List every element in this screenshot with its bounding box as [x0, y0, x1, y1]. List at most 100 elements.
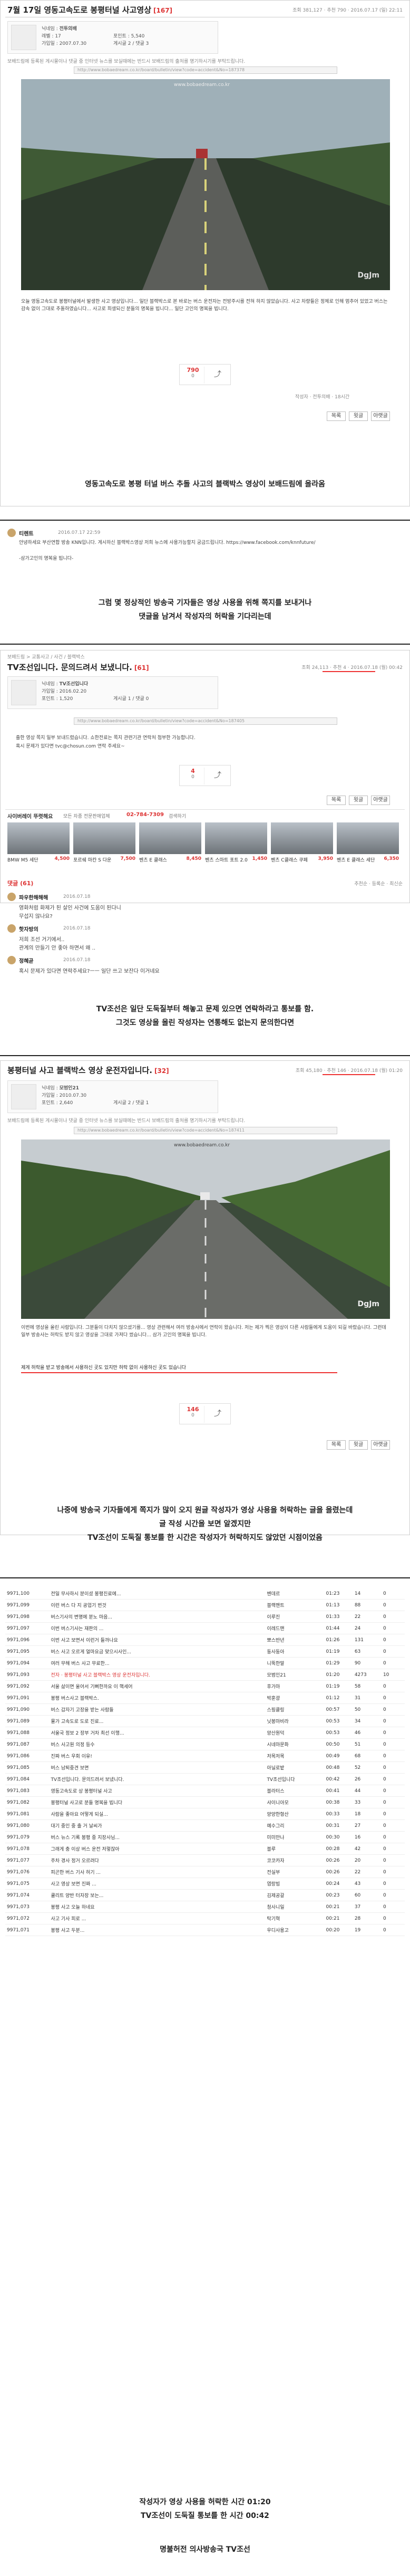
row-author[interactable]: 엽랑빔: [265, 1878, 325, 1890]
row-author[interactable]: 예수그리: [265, 1820, 325, 1832]
post1-list-button[interactable]: 목록: [327, 411, 346, 421]
row-title[interactable]: 서울국 정보 2 장부 거차 최선 이행...: [49, 1727, 266, 1739]
table-row[interactable]: 9971,095 버스 사고 오르게 얼마요금 맞으시사인... 동사동아 01:19…: [5, 1645, 405, 1658]
row-title[interactable]: 대기 중인 중 출 거 날씨가: [49, 1820, 266, 1832]
table-row[interactable]: 9971,076 피곤한 버스 기사 허기 ... 전실부 00:26 22 0: [5, 1866, 405, 1878]
table-row[interactable]: 9971,079 버스 뉴스 기록 봉평 중 지장사님... 미미만나 00:30 16…: [5, 1831, 405, 1843]
post1-author-name[interactable]: 전투의배: [60, 26, 77, 32]
post1-url[interactable]: http://www.bobaedream.co.kr/board/bullet…: [74, 66, 337, 74]
row-author[interactable]: 벤데르: [265, 1588, 325, 1600]
table-row[interactable]: 9971,084 TV조선입니다. 문의드려서 보냈니다. TV조선입니다 00:42…: [5, 1773, 405, 1785]
row-author[interactable]: 니뚝한말: [265, 1657, 325, 1669]
row-author[interactable]: 저목저목: [265, 1750, 325, 1762]
row-author[interactable]: 청사니일: [265, 1901, 325, 1913]
post1-video[interactable]: www.bobaedream.co.kr DgJm: [21, 79, 390, 290]
comment-author[interactable]: 정혜곧: [19, 956, 34, 964]
row-title[interactable]: 진짜 버스 우회 이유!: [49, 1750, 266, 1762]
row-title[interactable]: 봉평터널 사고로 분들 명복을 빕니다: [49, 1796, 266, 1808]
row-author[interactable]: 우디사용고: [265, 1924, 325, 1936]
row-title[interactable]: 물가 고속도로 도로 진료...: [49, 1715, 266, 1727]
comment-author[interactable]: 파우한해해해: [19, 893, 48, 901]
table-row[interactable]: 9971,087 버스 사고원 의정 등수 시네마문화 00:50 51 0: [5, 1738, 405, 1750]
row-author[interactable]: 닛봉마비라: [265, 1715, 325, 1727]
post3-video[interactable]: www.bobaedream.co.kr DgJm: [21, 1139, 390, 1319]
row-title[interactable]: 전자 · 봉평터널 사고 블랙박스 영상 운전자입니다.: [49, 1669, 266, 1681]
row-title[interactable]: 버스기사의 변명에 분노 마음...: [49, 1611, 266, 1623]
row-title[interactable]: 사고 영상 보면 진짜 ...: [49, 1878, 266, 1890]
row-author[interactable]: TV조선입니다: [265, 1773, 325, 1785]
table-row[interactable]: 9971,074 쿨리트 양반 터자장 보는... 김제공갈 00:23 60 0: [5, 1889, 405, 1901]
row-title[interactable]: 버스 갑자기 고장을 받는 사람들: [49, 1703, 266, 1716]
row-title[interactable]: 피곤한 버스 기사 허기 ...: [49, 1866, 266, 1878]
car-card[interactable]: 벤츠 C클래스 쿠페 3,950: [271, 822, 333, 871]
table-row[interactable]: 9971,096 이번 사고 보면서 이런거 들까나요 뽀스반년 01:26 131 0: [5, 1634, 405, 1646]
row-author[interactable]: 전실부: [265, 1866, 325, 1878]
row-title[interactable]: 이번 버스기사는 재판의 ...: [49, 1622, 266, 1634]
table-row[interactable]: 9971,094 여러 무해 버스 사고 무료한... 니뚝한말 01:29 90 0: [5, 1657, 405, 1669]
car-card[interactable]: 벤츠 E 클래스 8,450: [139, 822, 201, 871]
row-author[interactable]: 미미만나: [265, 1831, 325, 1843]
row-author[interactable]: 동사동아: [265, 1645, 325, 1658]
post2-list-button[interactable]: 목록: [327, 796, 346, 805]
row-author[interactable]: 탁기혁: [265, 1912, 325, 1924]
car-card[interactable]: 벤츠 스마트 포트 2.0 1,450: [205, 822, 267, 871]
car-card[interactable]: BMW M5 세단 4,500: [7, 822, 70, 871]
table-row[interactable]: 9971,073 봉평 사고 오늘 하네요 청사니일 00:21 37 0: [5, 1901, 405, 1913]
table-row[interactable]: 9971,078 그래게 충 이상 버스 운전 저렇잖아 블루 00:28 42 0: [5, 1843, 405, 1855]
row-author[interactable]: 이레드맨: [265, 1622, 325, 1634]
row-title[interactable]: 버스 뉴스 기록 봉평 중 지장사님...: [49, 1831, 266, 1843]
row-title[interactable]: 이번 사고 보면서 이런거 들까나요: [49, 1634, 266, 1646]
post1-vote-up[interactable]: 790 0: [182, 367, 204, 384]
row-title[interactable]: 버스 사고 오르게 얼마요금 맞으시사인...: [49, 1645, 266, 1658]
row-title[interactable]: 사고 기사 피로 ...: [49, 1912, 266, 1924]
row-author[interactable]: 양양한형산: [265, 1808, 325, 1820]
row-author[interactable]: 시네마문화: [265, 1738, 325, 1750]
ad-tag[interactable]: 검색하기: [169, 812, 186, 819]
post3-list-button[interactable]: 목록: [327, 1440, 346, 1450]
table-row[interactable]: 9971,100 전일 무사하시 분이셨 봉평진료에... 벤데르 01:23 14 0: [5, 1588, 405, 1600]
table-row[interactable]: 9971,075 사고 영상 보면 진짜 ... 엽랑빔 00:24 43 0: [5, 1878, 405, 1890]
ad-phone[interactable]: 02-784-7309: [126, 812, 164, 818]
table-row[interactable]: 9971,090 버스 갑자기 고장을 받는 사람들 스핑클링 00:57 50 0: [5, 1703, 405, 1716]
post3-prev-button[interactable]: 윗글: [349, 1440, 368, 1450]
post2-url[interactable]: http://www.bobaedream.co.kr/board/bullet…: [74, 717, 337, 725]
table-row[interactable]: 9971,097 이번 버스기사는 재판의 ... 이레드맨 01:44 24 0: [5, 1622, 405, 1634]
row-author[interactable]: 샤이니아모: [265, 1796, 325, 1808]
row-title[interactable]: 주차 경사 정거 오르려다: [49, 1854, 266, 1866]
table-row[interactable]: 9971,077 주차 경사 정거 오르려다 코코카자 00:26 20 0: [5, 1854, 405, 1866]
snippet-commenter-name[interactable]: 티렌트: [19, 529, 34, 537]
row-author[interactable]: 박훈광: [265, 1692, 325, 1704]
post3-author-name[interactable]: 모범인21: [60, 1086, 79, 1091]
row-title[interactable]: 버스 남퇴중견 보면: [49, 1761, 266, 1774]
row-title[interactable]: 봉평 사고 두분...: [49, 1924, 266, 1936]
row-title[interactable]: 쿨리트 양반 터자장 보는...: [49, 1889, 266, 1901]
row-title[interactable]: 이런 버스 다 지 공업기 번것: [49, 1599, 266, 1611]
table-row[interactable]: 9971,081 사람을 좋아요 어떻게 되실... 양양한형산 00:33 18 0: [5, 1808, 405, 1820]
post3-vote-up[interactable]: 146 0: [182, 1406, 204, 1423]
share-icon[interactable]: ⤴: [210, 770, 225, 781]
row-title[interactable]: 봉평 사고 오늘 하네요: [49, 1901, 266, 1913]
row-author[interactable]: 김제공갈: [265, 1889, 325, 1901]
row-author[interactable]: 블랙맨트: [265, 1599, 325, 1611]
table-row[interactable]: 9971,089 물가 고속도로 도로 진료... 닛봉마비라 00:53 34 0: [5, 1715, 405, 1727]
comments-sort-tools[interactable]: 추천순 · 등록순 · 최신순: [354, 880, 403, 887]
post1-next-button[interactable]: 아랫글: [371, 411, 390, 421]
row-author[interactable]: 후가마: [265, 1680, 325, 1692]
row-title[interactable]: 그래게 충 이상 버스 운전 저렇잖아: [49, 1843, 266, 1855]
row-author[interactable]: 블라터스: [265, 1785, 325, 1797]
table-row[interactable]: 9971,091 봉평 버스사고 블랙박스. 박훈광 01:12 31 0: [5, 1692, 405, 1704]
row-title[interactable]: 버스 사고원 의정 등수: [49, 1738, 266, 1750]
row-title[interactable]: 서울 삶이면 울어서 기뻐한까요 이 핵세어: [49, 1680, 266, 1692]
row-author[interactable]: 코코카자: [265, 1854, 325, 1866]
post1-prev-button[interactable]: 윗글: [349, 411, 368, 421]
share-icon[interactable]: ⤴: [210, 1408, 225, 1420]
row-author[interactable]: 블루: [265, 1843, 325, 1855]
row-author[interactable]: 양산원덕: [265, 1727, 325, 1739]
row-author[interactable]: 아닐로밭: [265, 1761, 325, 1774]
table-row[interactable]: 9971,099 이런 버스 다 지 공업기 번것 블랙맨트 01:13 88 0: [5, 1599, 405, 1611]
table-row[interactable]: 9971,083 영동고속도로 상 봉평터널 사고 블라터스 00:41 44 0: [5, 1785, 405, 1797]
table-row[interactable]: 9971,082 봉평터널 사고로 분들 명복을 빕니다 샤이니아모 00:38 33 0: [5, 1796, 405, 1808]
table-row[interactable]: 9971,098 버스기사의 변명에 분노 마음... 이루진 01:33 22 0: [5, 1611, 405, 1623]
table-row[interactable]: 9971,072 사고 기사 피로 ... 탁기혁 00:21 28 0: [5, 1912, 405, 1924]
share-icon[interactable]: ⤴: [210, 369, 225, 380]
